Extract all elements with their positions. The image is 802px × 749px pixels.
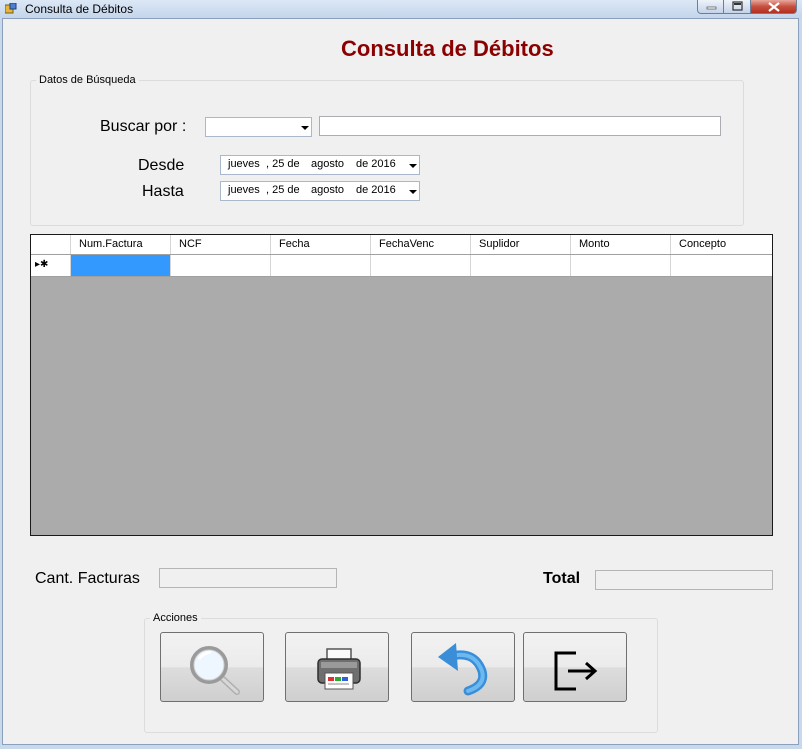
exit-icon [554,651,598,691]
maximize-button[interactable] [724,0,751,14]
search-groupbox [30,80,744,226]
page-title: Consulta de Débitos [341,36,554,61]
total-label: Total [543,570,581,587]
cant-facturas-field [159,568,337,588]
exit-button[interactable] [523,632,627,702]
hasta-year: de 2016 [356,184,396,196]
hasta-label: Hasta [142,183,184,200]
table-row[interactable]: ▸✱ [31,255,772,277]
column-header-monto[interactable]: Monto [571,235,671,254]
actions-group-legend: Acciones [150,612,201,624]
cant-facturas-label: Cant. Facturas [35,570,140,587]
new-row-indicator[interactable]: ▸✱ [31,255,71,276]
cell-num-factura[interactable] [71,255,171,276]
desde-month: agosto [311,158,345,170]
desde-label: Desde [138,157,185,174]
debitos-data-grid[interactable]: Num.Factura NCF Fecha FechaVenc Suplidor… [30,234,773,536]
cell-monto[interactable] [571,255,671,276]
search-button[interactable] [160,632,264,702]
column-header-num-factura[interactable]: Num.Factura [71,235,171,254]
magnifier-icon [190,646,240,695]
printer-icon [317,648,361,690]
cell-concepto[interactable] [671,255,772,276]
cell-fecha-venc[interactable] [371,255,471,276]
search-input[interactable] [319,116,721,136]
column-header-fecha[interactable]: Fecha [271,235,371,254]
window-title: Consulta de Débitos [25,2,134,16]
desde-date-picker[interactable]: jueves , 25 de agosto de 2016 [220,155,420,175]
grid-row-header-corner[interactable] [31,235,71,254]
hasta-weekday: jueves [228,184,260,196]
cell-ncf[interactable] [171,255,271,276]
total-field [595,570,773,590]
close-icon [768,2,780,12]
desde-year: de 2016 [356,158,396,170]
undo-arrow-icon [438,643,488,696]
hasta-month: agosto [311,184,345,196]
hasta-date-picker[interactable]: jueves , 25 de agosto de 2016 [220,181,420,201]
minimize-button[interactable] [697,0,724,14]
column-header-ncf[interactable]: NCF [171,235,271,254]
minimize-icon [706,6,717,10]
hasta-day: , 25 de [266,184,300,196]
cell-suplidor[interactable] [471,255,571,276]
chevron-down-icon [301,126,309,130]
undo-button[interactable] [411,632,515,702]
chevron-down-icon[interactable] [409,190,417,194]
column-header-concepto[interactable]: Concepto [671,235,772,254]
search-group-legend: Datos de Búsqueda [36,74,139,86]
print-button[interactable] [285,632,389,702]
close-button[interactable] [751,0,797,14]
maximize-icon [732,1,743,11]
buscar-por-label: Buscar por : [100,118,187,135]
grid-header-row: Num.Factura NCF Fecha FechaVenc Suplidor… [31,235,772,255]
column-header-suplidor[interactable]: Suplidor [471,235,571,254]
desde-weekday: jueves [228,158,260,170]
title-bar: Consulta de Débitos [0,0,802,18]
column-header-fecha-venc[interactable]: FechaVenc [371,235,471,254]
app-icon [5,3,17,14]
desde-day: , 25 de [266,158,300,170]
cell-fecha[interactable] [271,255,371,276]
chevron-down-icon[interactable] [409,164,417,168]
buscar-por-combobox[interactable] [205,117,312,137]
